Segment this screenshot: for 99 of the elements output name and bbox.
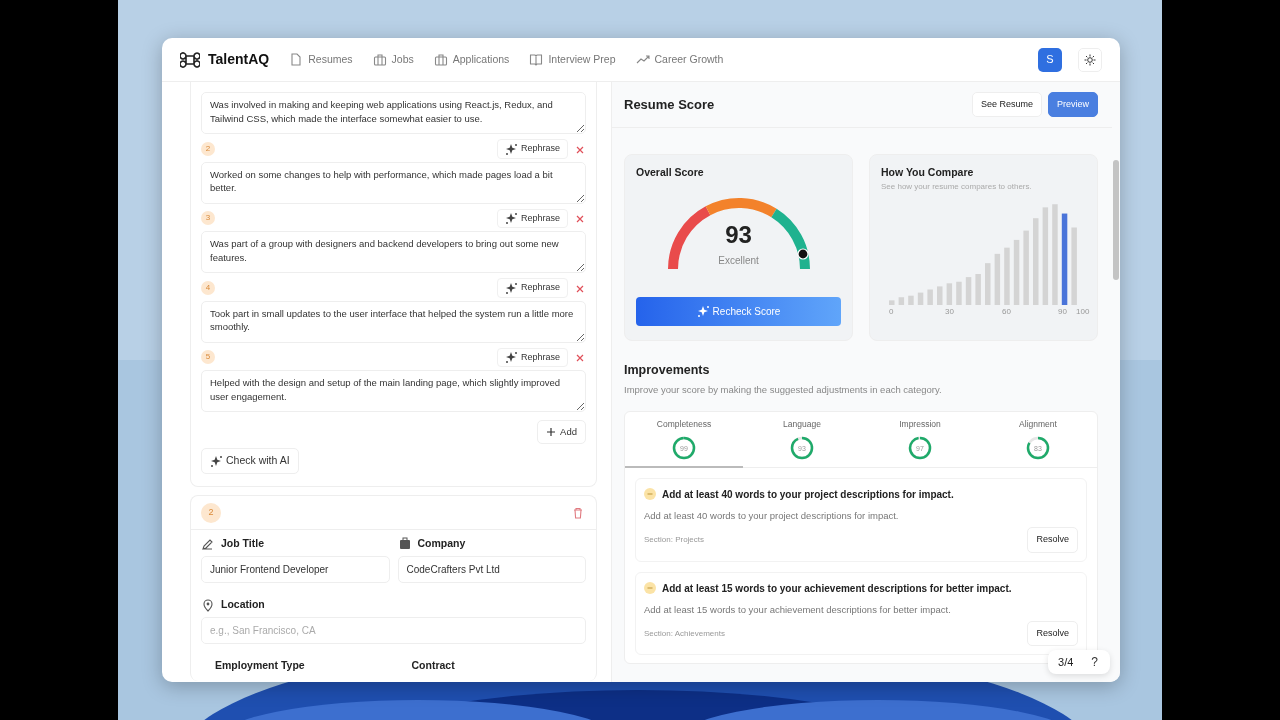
preview-button[interactable]: Preview [1048, 91, 1098, 118]
histogram-bar [927, 289, 933, 305]
axis-label: 0 [889, 305, 894, 318]
nav-link[interactable]: Career Growth [635, 51, 724, 68]
close-icon [576, 284, 584, 293]
trash-icon [572, 506, 584, 519]
bullet-textarea[interactable]: Worked on some changes to help with performance, which made pages load a bit better. [201, 161, 586, 204]
suggestion-detail: Add at least 40 words to your project descriptions for impact. [644, 508, 900, 523]
score-rating: Excellent [718, 253, 759, 268]
add-button[interactable]: Add [537, 420, 586, 445]
field-label: Job Title [221, 536, 264, 551]
score-value: 93 [724, 222, 753, 247]
check-with-ai-button[interactable]: Check with AI [201, 448, 299, 474]
card-subtitle: See how your resume compares to others. [881, 180, 1033, 193]
bullet-textarea[interactable]: Was part of a group with designers and backend developers to bring out some new features. [201, 231, 586, 273]
score-ring [908, 435, 932, 460]
histogram-bar [1004, 247, 1010, 305]
minus-icon [644, 488, 656, 501]
rephrase-button[interactable]: Rephrase [496, 208, 568, 228]
briefcase-icon [433, 52, 448, 67]
minus-icon [644, 582, 656, 594]
pin-icon [201, 597, 215, 612]
app-logo[interactable]: TalentAQ [208, 49, 270, 70]
recheck-score-button[interactable]: Recheck Score [636, 296, 841, 326]
logo-icon [180, 49, 200, 70]
bullet-number: 2 [201, 141, 215, 156]
field-label: Employment Type [215, 657, 305, 673]
section-title: Improvements [624, 362, 711, 379]
field-label: Location [221, 596, 265, 612]
close-icon [576, 145, 584, 154]
histogram-bar [946, 283, 953, 305]
bullet-number: 5 [201, 350, 215, 365]
histogram-bar [956, 281, 962, 305]
card-title: Overall Score [636, 165, 705, 180]
sun-icon [1084, 53, 1096, 66]
score-ring [1026, 435, 1050, 460]
sparkle-icon [210, 455, 222, 468]
rephrase-button[interactable]: Rephrase [496, 347, 568, 367]
suggestion-title: Add at least 15 words to your achievement descriptions for better impact. [662, 581, 1012, 596]
histogram-bar [889, 300, 895, 305]
nav-link[interactable]: Jobs [372, 51, 414, 68]
rephrase-button[interactable]: Rephrase [496, 278, 568, 298]
histogram-bar [917, 292, 924, 305]
sparkle-icon [504, 142, 517, 155]
bullet-number: 4 [201, 280, 215, 295]
nav-link[interactable]: Resumes [289, 51, 353, 68]
histogram-bar [975, 273, 981, 305]
building-icon [397, 536, 412, 551]
panel-title: Resume Score [624, 95, 715, 114]
axis-label: 90 [1058, 305, 1067, 318]
histogram-bar [908, 295, 914, 305]
histogram-bar [1013, 239, 1020, 305]
sparkle-icon [696, 305, 709, 318]
score-ring [672, 435, 696, 460]
histogram-bar [898, 297, 905, 305]
user-avatar[interactable]: S [1038, 47, 1062, 72]
bullet-textarea[interactable]: Was involved in making and keeping web applications using React.js, Redux, and Tailwind CSS, which made the interface somewhat easier to use. [201, 92, 586, 134]
close-icon [576, 354, 584, 363]
text-input[interactable]: Junior Frontend Developer [201, 555, 390, 583]
bullet-textarea[interactable]: Took part in small updates to the user interface that helped the system run a little more smoothly. [201, 300, 586, 343]
entry-number: 2 [201, 502, 221, 523]
suggestion-title: Add at least 40 words to your project descriptions for impact. [662, 487, 954, 502]
bullet-number: 3 [201, 211, 215, 226]
axis-label: 100 [1076, 305, 1090, 318]
nav-link[interactable]: Interview Prep [529, 51, 616, 68]
nav-link[interactable]: Applications [433, 51, 510, 68]
sparkle-icon [504, 281, 517, 294]
see-resume-button[interactable]: See Resume [971, 91, 1042, 118]
gauge-marker [796, 248, 809, 261]
sparkle-icon [504, 212, 517, 225]
theme-toggle-button[interactable] [1078, 47, 1102, 72]
page-counter: 3/4 [1058, 654, 1074, 670]
text-input[interactable]: CodeCrafters Pvt Ltd [397, 555, 586, 583]
book-icon [529, 52, 544, 67]
plus-icon [546, 427, 557, 438]
close-icon [576, 215, 584, 224]
section-tag: Section: Projects [644, 533, 705, 546]
histogram-bar [937, 286, 943, 305]
axis-label: 60 [1002, 305, 1011, 318]
axis-label: 30 [945, 305, 954, 318]
field-label: Company [417, 536, 466, 551]
rephrase-button[interactable]: Rephrase [496, 139, 568, 159]
resolve-button[interactable]: Resolve [1027, 527, 1078, 553]
sparkle-icon [504, 351, 517, 364]
histogram-bar [994, 253, 1001, 305]
briefcase-icon [372, 52, 387, 67]
card-title: How You Compare [881, 165, 975, 180]
score-ring [790, 435, 814, 460]
bullet-textarea[interactable]: Helped with the design and setup of the main landing page, which slightly improved user engagement. [201, 370, 586, 412]
histogram-bar [985, 262, 991, 305]
suggestion-detail: Add at least 15 words to your achievement descriptions for better impact. [644, 602, 952, 617]
text-input[interactable]: e.g., San Francisco, CA [201, 616, 586, 644]
section-subtitle: Improve your score by making the suggested adjustments in each category. [624, 382, 943, 397]
field-label: Contract [411, 657, 455, 673]
resolve-button[interactable]: Resolve [1027, 620, 1078, 647]
histogram-bar [965, 276, 972, 305]
help-button[interactable]: ? [1089, 655, 1100, 668]
section-tag: Section: Achievements [644, 627, 725, 640]
document-icon [289, 52, 304, 67]
